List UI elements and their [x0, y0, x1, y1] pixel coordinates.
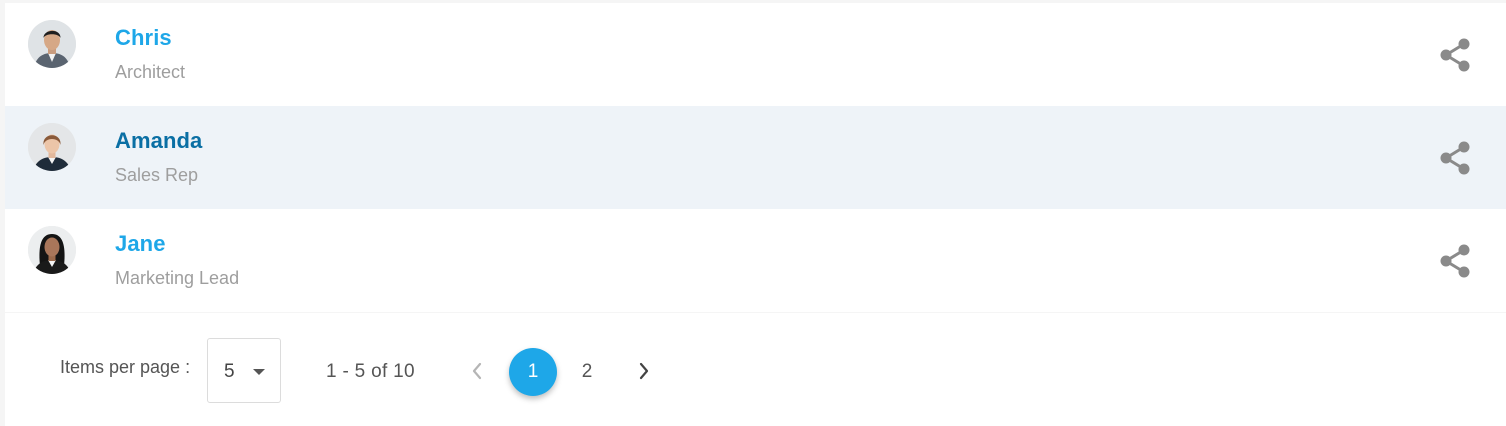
pagination-bar: Items per page : 5 1 - 5 of 10 1 2 [5, 313, 1506, 426]
avatar [28, 226, 76, 274]
avatar [28, 20, 76, 68]
person-name[interactable]: Jane [115, 231, 166, 257]
list-item-amanda[interactable]: Amanda Sales Rep [5, 106, 1506, 209]
share-icon[interactable] [1438, 140, 1472, 176]
caret-down-icon [253, 369, 265, 375]
page-range-text: 1 - 5 of 10 [326, 361, 415, 382]
share-icon[interactable] [1438, 243, 1472, 279]
page-button-1[interactable]: 1 [509, 348, 557, 396]
chevron-left-icon[interactable] [457, 349, 497, 393]
items-per-page-select[interactable]: 5 [207, 338, 281, 403]
items-per-page-label: Items per page : [60, 357, 191, 377]
list-item-chris[interactable]: Chris Architect [5, 3, 1506, 106]
items-per-page-value: 5 [224, 361, 235, 382]
person-name[interactable]: Chris [115, 25, 172, 51]
person-role: Marketing Lead [115, 268, 240, 288]
person-role: Sales Rep [115, 165, 199, 185]
chevron-right-icon[interactable] [624, 349, 664, 393]
list-item-jane[interactable]: Jane Marketing Lead [5, 209, 1506, 312]
avatar [28, 123, 76, 171]
page-button-2[interactable]: 2 [563, 348, 611, 396]
person-name[interactable]: Amanda [115, 128, 202, 154]
people-list: Chris Architect Amanda Sales Rep Jane Ma… [5, 3, 1506, 312]
share-icon[interactable] [1438, 37, 1472, 73]
person-role: Architect [115, 62, 186, 82]
